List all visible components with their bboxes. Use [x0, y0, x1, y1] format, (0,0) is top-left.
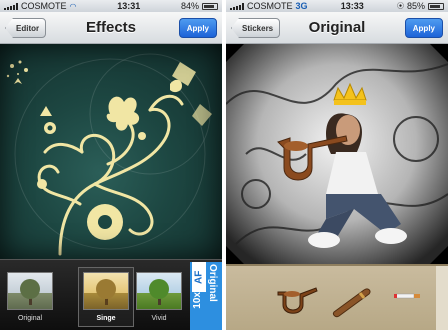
thumbnail-image	[136, 272, 182, 310]
thumbnail-label: Original	[17, 315, 43, 322]
vignette-overlay	[0, 44, 222, 259]
battery-percent: 85%	[406, 1, 425, 11]
thumbnail-vivid[interactable]: Vivid	[136, 272, 182, 322]
thumbnail-image	[7, 272, 53, 310]
photo-with-stickers	[226, 44, 448, 264]
badge-af-label: AF	[192, 262, 206, 292]
thumbnail-image	[83, 272, 129, 310]
apply-button[interactable]: Apply	[178, 18, 217, 38]
effect-thumbnail-strip: Original Singe Vivid	[0, 259, 222, 330]
tree-icon	[96, 279, 116, 305]
navigation-bar: Editor Effects Apply	[0, 12, 222, 44]
screenshot-pair: COSMOTE ◠ 13:31 84% Editor Effects Apply	[0, 0, 448, 330]
carrier-label: COSMOTE	[247, 1, 293, 11]
tray-divider	[436, 266, 448, 330]
pipe-sticker[interactable]	[274, 280, 318, 316]
tree-icon	[20, 279, 40, 305]
back-button[interactable]: Editor	[5, 18, 47, 38]
navigation-bar: Stickers Original Apply	[226, 12, 448, 44]
photo-preview[interactable]	[226, 44, 448, 264]
battery-icon	[427, 2, 444, 10]
effects-screen: COSMOTE ◠ 13:31 84% Editor Effects Apply	[0, 0, 222, 330]
battery-percent: 84%	[180, 1, 199, 11]
lock-icon: ⦿	[396, 3, 404, 10]
sticker-screen: COSMOTE 3G 13:33 ⦿ 85% Stickers Original…	[226, 0, 448, 330]
badge-original-label: Original	[207, 264, 218, 302]
cigar-sticker[interactable]	[330, 282, 374, 318]
status-bar: COSMOTE 3G 13:33 ⦿ 85%	[226, 0, 448, 12]
thumbnail-label: Vivid	[151, 315, 167, 322]
status-bar: COSMOTE ◠ 13:31 84%	[0, 0, 222, 12]
battery-icon	[201, 2, 218, 10]
thumbnail-label: Singe	[96, 315, 116, 322]
carrier-label: COSMOTE	[21, 1, 67, 11]
page-title: Original	[308, 19, 366, 36]
cigarette-sticker[interactable]	[394, 290, 424, 302]
network-label: 3G	[295, 1, 308, 11]
page-title: Effects	[85, 19, 137, 36]
badge-10x-label: 10x	[192, 292, 203, 309]
back-button[interactable]: Stickers	[231, 18, 281, 38]
wifi-icon: ◠	[69, 1, 77, 11]
signal-icon	[230, 2, 244, 10]
signal-icon	[4, 2, 18, 10]
apply-button[interactable]: Apply	[404, 18, 443, 38]
clock: 13:33	[340, 1, 364, 11]
photo-preview[interactable]	[0, 44, 222, 259]
thumbnail-singe[interactable]: Singe	[78, 267, 134, 327]
app-promo-badge[interactable]: AF 10x Original	[190, 262, 222, 330]
sticker-tray	[226, 264, 448, 330]
clock: 13:31	[117, 1, 141, 11]
tree-icon	[149, 279, 169, 305]
thumbnail-original[interactable]: Original	[7, 272, 53, 322]
